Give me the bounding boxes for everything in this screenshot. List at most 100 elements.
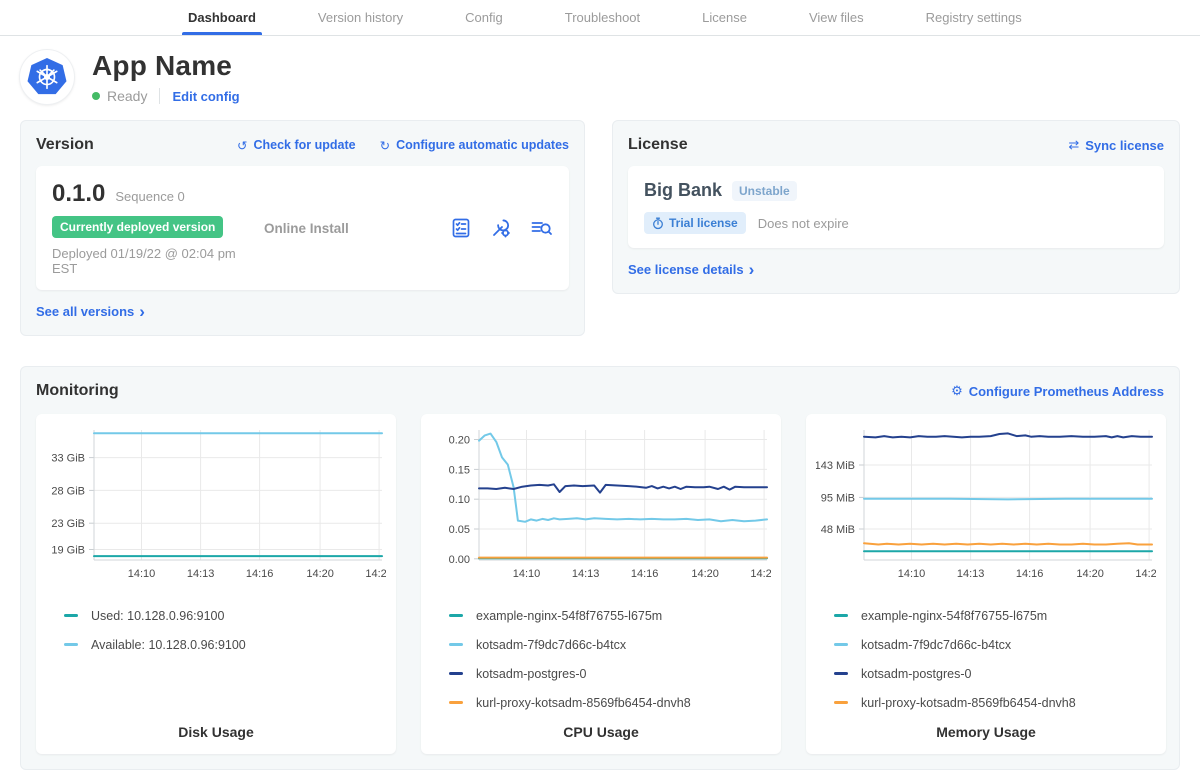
monitoring-charts: 19 GiB 23 GiB 28 GiB 33 GiB 14:10 14:13 14:16 1… [36, 414, 1164, 754]
tab-version-history[interactable]: Version history [308, 0, 413, 35]
page-title: App Name [92, 50, 240, 82]
legend-item: kotsadm-7f9dc7d66c-b4tcx [834, 630, 1156, 659]
version-panel-title: Version [36, 136, 94, 154]
legend-item: Used: 10.128.0.96:9100 [64, 601, 386, 630]
tab-troubleshoot[interactable]: Troubleshoot [555, 0, 650, 35]
version-panel: Version ↺ Check for update ↻ Configure a… [20, 120, 585, 336]
svg-text:14:16: 14:16 [246, 568, 274, 580]
legend-label: kotsadm-7f9dc7d66c-b4tcx [476, 638, 626, 652]
channel-badge: Unstable [732, 181, 797, 201]
preflight-checks-icon[interactable] [449, 216, 473, 240]
legend-dash-icon [449, 643, 463, 646]
legend-dash-icon [449, 701, 463, 704]
svg-text:23 GiB: 23 GiB [51, 518, 85, 530]
view-logs-icon[interactable] [529, 216, 553, 240]
tab-dashboard[interactable]: Dashboard [178, 0, 266, 35]
svg-text:14:20: 14:20 [691, 568, 719, 580]
see-license-details-label: See license details [628, 262, 744, 277]
svg-text:143 MiB: 143 MiB [816, 460, 855, 472]
edit-config-icon[interactable] [489, 216, 513, 240]
see-all-versions-label: See all versions [36, 304, 134, 319]
legend-item: kotsadm-postgres-0 [834, 659, 1156, 688]
svg-text:14:13: 14:13 [187, 568, 215, 580]
chart-title: Memory Usage [816, 724, 1156, 742]
kubernetes-icon [27, 58, 67, 96]
license-panel-title: License [628, 136, 688, 154]
sequence-label: Sequence 0 [115, 189, 184, 204]
monitoring-panel: Monitoring ⚙ Configure Prometheus Addres… [20, 366, 1180, 770]
svg-text:14:20: 14:20 [1076, 568, 1104, 580]
license-detail-card: Big Bank Unstable Trial license Does not… [628, 166, 1164, 248]
current-version-card: 0.1.0 Sequence 0 Currently deployed vers… [36, 166, 569, 290]
svg-text:14:20: 14:20 [306, 568, 334, 580]
legend-label: Available: 10.128.0.96:9100 [91, 638, 246, 652]
legend-label: kurl-proxy-kotsadm-8569fb6454-dnvh8 [476, 696, 691, 710]
configure-prometheus-button[interactable]: ⚙ Configure Prometheus Address [951, 383, 1164, 399]
svg-text:0.05: 0.05 [449, 524, 470, 536]
svg-text:14:23: 14:23 [365, 568, 386, 580]
legend-item: kurl-proxy-kotsadm-8569fb6454-dnvh8 [834, 688, 1156, 717]
install-type-label: Online Install [264, 221, 449, 236]
license-panel: License ⇄ Sync license Big Bank Unstable [612, 120, 1180, 294]
legend-dash-icon [834, 643, 848, 646]
legend-label: kurl-proxy-kotsadm-8569fb6454-dnvh8 [861, 696, 1076, 710]
svg-text:28 GiB: 28 GiB [51, 485, 85, 497]
sync-license-label: Sync license [1085, 138, 1164, 153]
legend-label: example-nginx-54f8f76755-l675m [861, 609, 1047, 623]
chart-title: CPU Usage [431, 724, 771, 742]
svg-text:14:16: 14:16 [631, 568, 659, 580]
see-all-versions-link[interactable]: See all versions › [36, 303, 569, 320]
chart-card: 0.000.050.100.150.2014:1014:1314:1614:20… [421, 414, 781, 754]
svg-text:14:10: 14:10 [513, 568, 541, 580]
tab-view-files[interactable]: View files [799, 0, 874, 35]
chevron-right-icon: › [139, 303, 145, 320]
chart-card: 19 GiB23 GiB28 GiB33 GiB14:1014:1314:161… [36, 414, 396, 754]
svg-text:95 MiB: 95 MiB [821, 492, 855, 504]
tab-license[interactable]: License [692, 0, 757, 35]
legend-dash-icon [834, 672, 848, 675]
legend-dash-icon [834, 701, 848, 704]
legend-dash-icon [449, 614, 463, 617]
sync-license-button[interactable]: ⇄ Sync license [1068, 137, 1164, 153]
status-text: Ready [107, 88, 147, 104]
check-for-update-button[interactable]: ↺ Check for update [237, 138, 356, 153]
configure-auto-updates-button[interactable]: ↻ Configure automatic updates [380, 138, 569, 153]
see-license-details-link[interactable]: See license details › [628, 261, 1164, 278]
gear-icon: ⚙ [951, 383, 963, 399]
schedule-update-icon: ↻ [380, 138, 390, 153]
legend-label: kotsadm-postgres-0 [861, 667, 971, 681]
legend-label: example-nginx-54f8f76755-l675m [476, 609, 662, 623]
svg-text:33 GiB: 33 GiB [51, 453, 85, 465]
svg-text:14:16: 14:16 [1016, 568, 1044, 580]
svg-text:0.10: 0.10 [449, 494, 470, 506]
license-name: Big Bank [644, 180, 722, 201]
svg-text:14:10: 14:10 [898, 568, 926, 580]
deployed-timestamp: Deployed 01/19/22 @ 02:04 pm EST [52, 246, 264, 276]
configure-auto-updates-label: Configure automatic updates [396, 138, 569, 152]
svg-text:14:23: 14:23 [1135, 568, 1156, 580]
legend-dash-icon [64, 614, 78, 617]
legend-label: kotsadm-postgres-0 [476, 667, 586, 681]
svg-text:19 GiB: 19 GiB [51, 545, 85, 557]
sync-icon: ⇄ [1068, 137, 1079, 153]
configure-prometheus-label: Configure Prometheus Address [969, 384, 1164, 399]
legend-item: kotsadm-postgres-0 [449, 659, 771, 688]
top-nav: Dashboard Version history Config Trouble… [0, 0, 1200, 36]
trial-license-badge: Trial license [644, 212, 746, 234]
chart-legend: example-nginx-54f8f76755-l675m kotsadm-7f… [816, 601, 1156, 717]
edit-config-link[interactable]: Edit config [172, 89, 239, 104]
line-chart: 48 MiB95 MiB143 MiB14:1014:1314:1614:201… [816, 424, 1156, 591]
chart-legend: example-nginx-54f8f76755-l675m kotsadm-7f… [431, 601, 771, 717]
refresh-icon: ↺ [237, 138, 247, 153]
svg-text:0.15: 0.15 [449, 464, 470, 476]
tab-config[interactable]: Config [455, 0, 513, 35]
chevron-right-icon: › [749, 261, 755, 278]
svg-text:14:13: 14:13 [572, 568, 600, 580]
tab-registry-settings[interactable]: Registry settings [916, 0, 1032, 35]
legend-dash-icon [449, 672, 463, 675]
legend-label: kotsadm-7f9dc7d66c-b4tcx [861, 638, 1011, 652]
svg-text:14:13: 14:13 [957, 568, 985, 580]
legend-item: kurl-proxy-kotsadm-8569fb6454-dnvh8 [449, 688, 771, 717]
trial-license-label: Trial license [669, 216, 738, 230]
license-expiry: Does not expire [758, 216, 849, 231]
